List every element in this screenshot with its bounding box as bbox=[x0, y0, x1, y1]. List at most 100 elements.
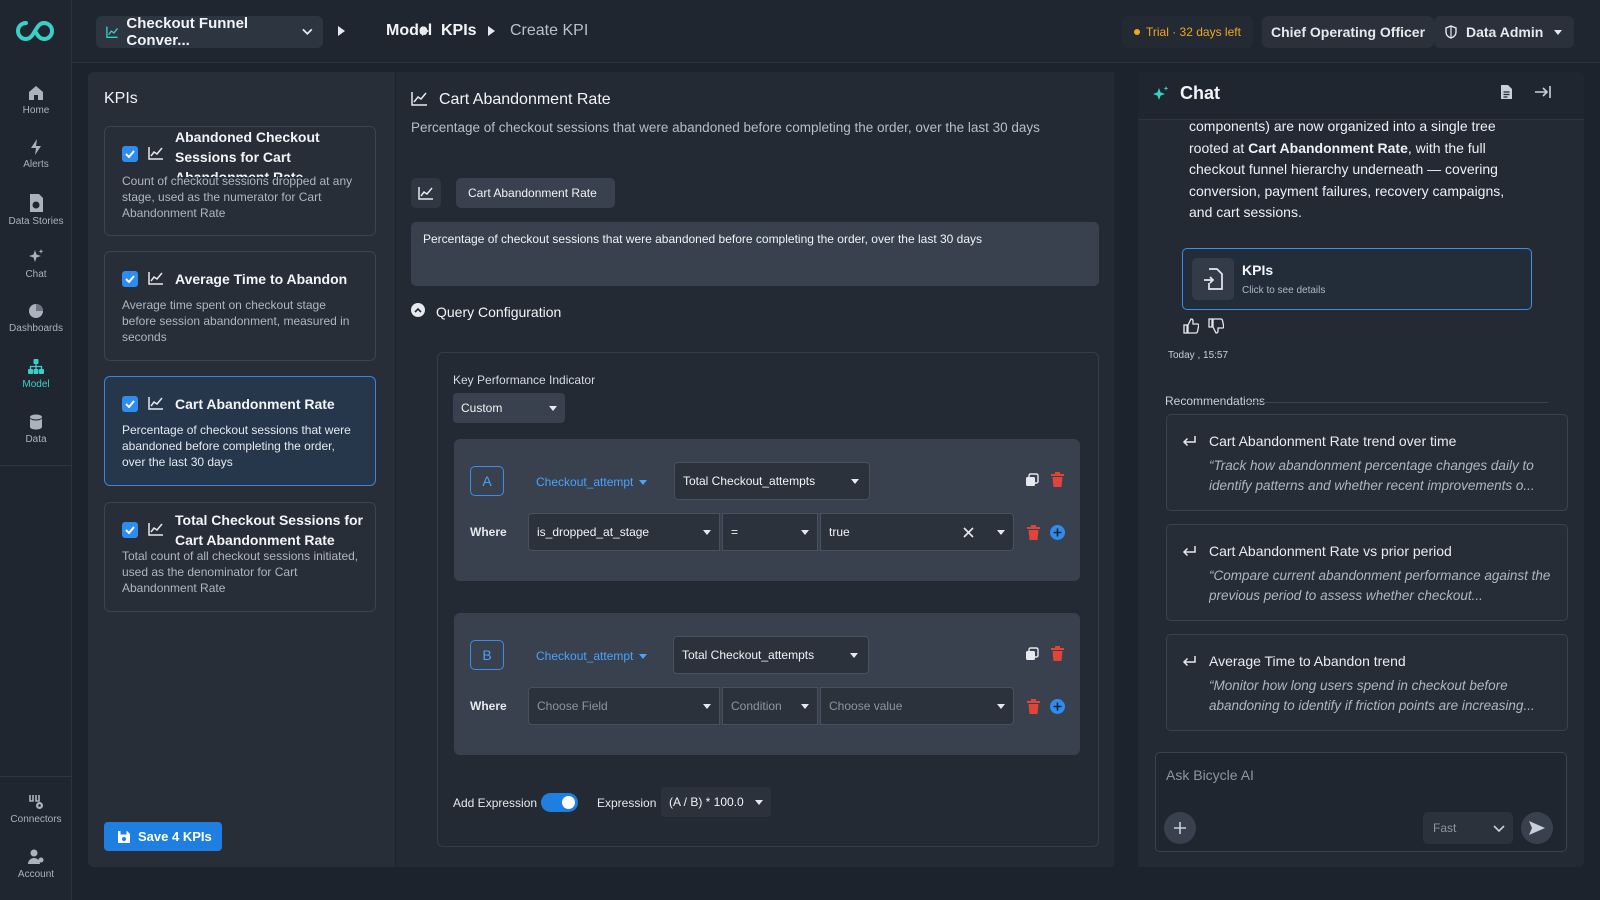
message-timestamp: Today , 15:57 bbox=[1168, 350, 1229, 361]
where-label: Where bbox=[470, 525, 507, 539]
filter-value-select[interactable]: true bbox=[820, 513, 1014, 551]
metric-block-b: B Checkout_attempt Total Checkout_attemp… bbox=[454, 613, 1080, 755]
line-chart-icon bbox=[148, 397, 163, 410]
kpi-title: Cart Abandonment Rate bbox=[175, 396, 335, 412]
source-select[interactable]: Checkout_attempt bbox=[536, 649, 648, 663]
source-label: Checkout_attempt bbox=[536, 475, 634, 489]
filter-operator-value: = bbox=[731, 525, 739, 539]
recommendations-divider bbox=[1246, 402, 1548, 403]
clear-icon[interactable] bbox=[963, 527, 974, 538]
recommendation-card[interactable]: Cart Abandonment Rate vs prior period “C… bbox=[1166, 524, 1568, 621]
kpi-type-label: Key Performance Indicator bbox=[453, 373, 596, 387]
kpi-description: Count of checkout sessions dropped at an… bbox=[122, 174, 353, 220]
app-logo[interactable] bbox=[14, 18, 56, 44]
kpi-card-selected[interactable]: Cart Abandonment Rate Percentage of chec… bbox=[104, 376, 376, 486]
filter-value-select[interactable]: Choose value bbox=[820, 687, 1014, 725]
kpi-description-input[interactable]: Percentage of checkout sessions that wer… bbox=[411, 222, 1099, 286]
trash-icon[interactable] bbox=[1027, 525, 1040, 540]
trash-icon[interactable] bbox=[1051, 646, 1064, 661]
kpi-icon-picker[interactable] bbox=[411, 178, 441, 208]
trash-icon[interactable] bbox=[1051, 472, 1064, 487]
recommendation-quote: “Compare current abandonment performance… bbox=[1209, 568, 1551, 603]
nav-item-model[interactable]: Model bbox=[0, 358, 72, 390]
nav-item-chat[interactable]: Chat bbox=[0, 248, 72, 280]
kpi-card[interactable]: Average Time to Abandon Average time spe… bbox=[104, 251, 376, 361]
mode-select[interactable]: Fast bbox=[1423, 812, 1513, 844]
filter-operator-select[interactable]: = bbox=[722, 513, 818, 551]
caret-down-icon bbox=[850, 653, 858, 658]
attach-button[interactable] bbox=[1164, 812, 1196, 844]
metric-letter-a: A bbox=[470, 466, 504, 496]
expression-select[interactable]: (A / B) * 100.0 bbox=[661, 787, 771, 817]
recommendation-title: Cart Abandonment Rate trend over time bbox=[1209, 433, 1457, 449]
collapse-panel-icon[interactable] bbox=[1534, 85, 1552, 99]
aggregation-select[interactable]: Total Checkout_attempts bbox=[673, 636, 869, 674]
nav-label: Alerts bbox=[23, 159, 49, 170]
nav-label: Chat bbox=[25, 269, 47, 280]
line-chart-icon bbox=[148, 147, 163, 160]
metric-block-a: A Checkout_attempt Total Checkout_attemp… bbox=[454, 439, 1080, 581]
where-label: Where bbox=[470, 699, 507, 713]
thumbs-up-icon[interactable] bbox=[1183, 318, 1199, 334]
nav-label: Data bbox=[25, 434, 47, 445]
kpi-name-input[interactable]: Cart Abandonment Rate bbox=[456, 178, 615, 208]
copy-icon[interactable] bbox=[1025, 647, 1039, 661]
filter-field-select[interactable]: Choose Field bbox=[528, 687, 720, 725]
chat-message-bold: Cart Abandonment Rate bbox=[1248, 139, 1408, 156]
trash-icon[interactable] bbox=[1027, 699, 1040, 714]
kpis-result-card[interactable]: KPIs Click to see details bbox=[1182, 248, 1532, 310]
caret-down-icon bbox=[703, 530, 711, 535]
role-selector[interactable]: Chief Operating Officer bbox=[1262, 16, 1435, 48]
thumbs-down-icon[interactable] bbox=[1208, 318, 1224, 334]
document-icon[interactable] bbox=[1500, 84, 1513, 100]
chat-input[interactable]: Ask Bicycle AI bbox=[1166, 767, 1254, 783]
nav-item-data[interactable]: Data bbox=[0, 413, 72, 445]
source-label: Checkout_attempt bbox=[536, 649, 634, 663]
breadcrumb-kpis[interactable]: KPIs bbox=[441, 22, 477, 40]
reply-arrow-icon bbox=[1182, 656, 1196, 667]
kpi-checkbox[interactable] bbox=[122, 522, 138, 538]
mode-value: Fast bbox=[1433, 821, 1457, 835]
recommendation-card[interactable]: Average Time to Abandon trend “Monitor h… bbox=[1166, 634, 1568, 731]
dashboard-select[interactable]: Checkout Funnel Conver... bbox=[96, 15, 323, 49]
nav-divider bbox=[0, 776, 72, 777]
add-circle-icon[interactable] bbox=[1050, 525, 1065, 540]
nav-item-dashboards[interactable]: Dashboards bbox=[0, 302, 72, 334]
reply-arrow-icon bbox=[1182, 546, 1196, 557]
save-kpis-button[interactable]: Save 4 KPIs bbox=[104, 822, 222, 851]
copy-icon[interactable] bbox=[1025, 473, 1039, 487]
add-circle-icon[interactable] bbox=[1050, 699, 1065, 714]
save-kpis-label: Save 4 KPIs bbox=[138, 829, 212, 844]
kpi-checkbox[interactable] bbox=[122, 396, 138, 412]
plus-icon bbox=[1174, 822, 1186, 834]
kpi-card[interactable]: Total Checkout Sessions for Cart Abandon… bbox=[104, 502, 376, 612]
chat-input-box: Ask Bicycle AI Fast bbox=[1155, 752, 1567, 852]
kpi-editor-subtitle: Percentage of checkout sessions that wer… bbox=[411, 120, 1040, 135]
add-expression-toggle[interactable] bbox=[541, 793, 578, 812]
send-button[interactable] bbox=[1521, 812, 1553, 844]
chevron-up-icon bbox=[414, 307, 422, 313]
nav-item-data-stories[interactable]: Data Stories bbox=[0, 193, 72, 227]
nav-item-account[interactable]: Account bbox=[0, 848, 72, 880]
nav-label: Dashboards bbox=[9, 323, 63, 334]
filter-operator-select[interactable]: Condition bbox=[722, 687, 818, 725]
kpi-card[interactable]: Abandoned Checkout Sessions for Cart Aba… bbox=[104, 126, 376, 236]
admin-menu[interactable]: Data Admin bbox=[1434, 16, 1574, 48]
nav-label: Model bbox=[22, 379, 50, 390]
nav-item-home[interactable]: Home bbox=[0, 84, 72, 116]
source-select[interactable]: Checkout_attempt bbox=[536, 475, 648, 489]
send-icon bbox=[1529, 821, 1545, 835]
kpi-checkbox[interactable] bbox=[122, 146, 138, 162]
trial-text: Trial · 32 days left bbox=[1146, 25, 1241, 39]
kpi-type-select[interactable]: Custom bbox=[453, 393, 565, 423]
recommendation-card[interactable]: Cart Abandonment Rate trend over time “T… bbox=[1166, 414, 1568, 511]
kpi-checkbox[interactable] bbox=[122, 271, 138, 287]
aggregation-select[interactable]: Total Checkout_attempts bbox=[674, 462, 870, 500]
nav-item-connectors[interactable]: Connectors bbox=[0, 793, 72, 825]
trial-badge: Trial · 32 days left bbox=[1122, 16, 1253, 48]
kpi-list-panel: KPIs Abandoned Checkout Sessions for Car… bbox=[88, 72, 395, 867]
filter-field-select[interactable]: is_dropped_at_stage bbox=[528, 513, 720, 551]
nav-item-alerts[interactable]: Alerts bbox=[0, 138, 72, 170]
collapse-query-button[interactable] bbox=[411, 303, 425, 317]
chat-message: components) are now organized into a sin… bbox=[1189, 116, 1511, 224]
